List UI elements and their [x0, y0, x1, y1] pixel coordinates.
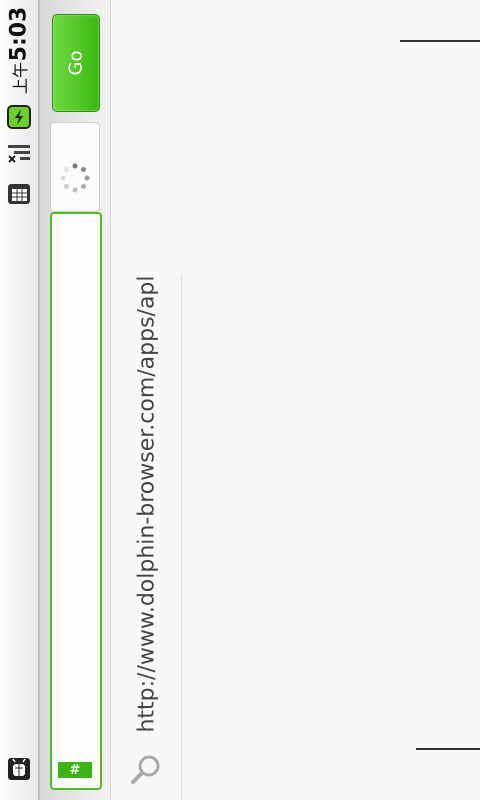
scroll-mark-top	[400, 40, 480, 42]
status-time: 5:03	[6, 6, 32, 62]
search-icon[interactable]	[129, 752, 163, 786]
divider	[181, 274, 182, 800]
scroll-mark-bottom	[416, 748, 480, 750]
spinner-icon	[60, 163, 90, 193]
status-ampm: 上午	[11, 61, 30, 95]
address-bar: Go #	[40, 0, 111, 800]
go-button[interactable]: Go	[52, 14, 100, 112]
hash-badge[interactable]: #	[58, 762, 92, 778]
suggestion-panel: http://www.dolphin-browser.com/apps/apl	[111, 0, 480, 800]
signal-icon	[8, 145, 30, 163]
android-debug-icon	[8, 758, 30, 780]
status-bar: 5:03 上午	[0, 0, 40, 800]
suggestion-url[interactable]: http://www.dolphin-browser.com/apps/apl	[135, 275, 160, 732]
calendar-icon	[8, 184, 30, 204]
url-input[interactable]: #	[50, 212, 102, 790]
loading-indicator	[50, 122, 100, 212]
go-button-label: Go	[65, 50, 87, 76]
battery-charging-icon	[7, 105, 31, 129]
